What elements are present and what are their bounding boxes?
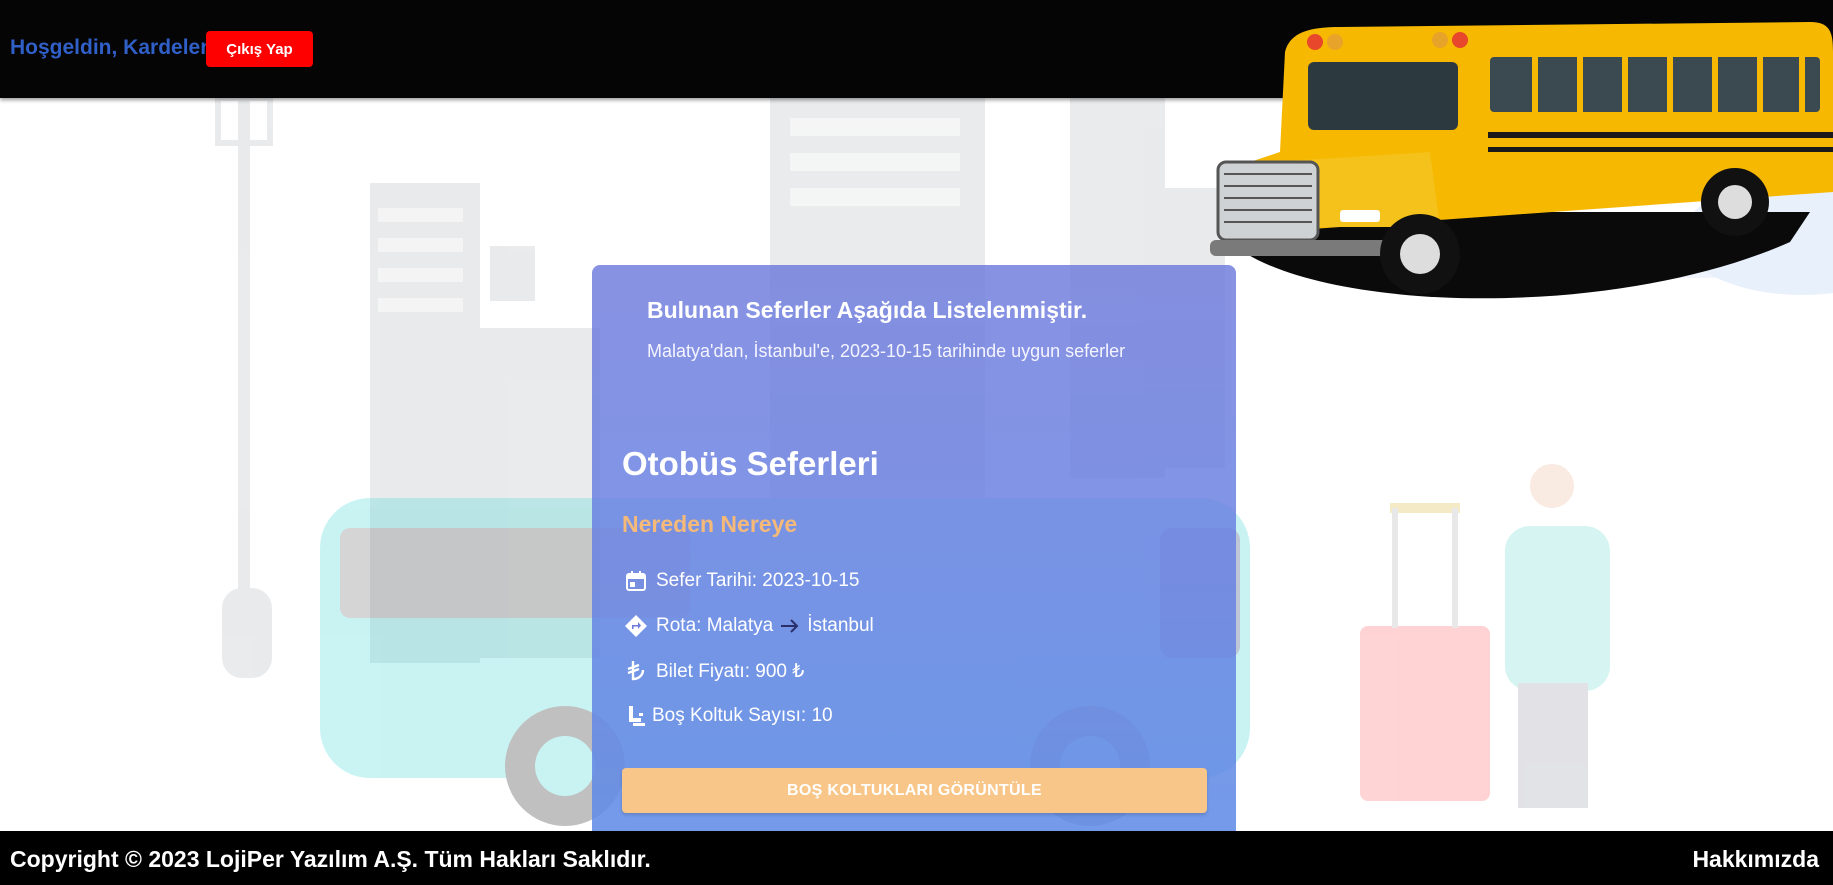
route-heading: Nereden Nereye xyxy=(622,511,798,537)
trip-date-row: Sefer Tarihi: 2023-10-15 xyxy=(622,567,860,595)
ticket-price-text: Bilet Fiyatı: 900 ₺ xyxy=(656,660,805,682)
route-destination-text: İstanbul xyxy=(807,615,874,636)
copyright-text: Copyright © 2023 LojiPer Yazılım A.Ş. Tü… xyxy=(10,846,651,872)
logout-button[interactable]: Çıkış Yap xyxy=(206,31,313,67)
welcome-text: Hoşgeldin, Kardelen xyxy=(10,36,214,59)
empty-seats-text: Boş Koltuk Sayısı: 10 xyxy=(652,705,833,726)
footer: Copyright © 2023 LojiPer Yazılım A.Ş. Tü… xyxy=(0,831,1833,885)
trip-route-row: Rota: Malatya İstanbul xyxy=(622,612,874,640)
results-subtitle: Malatya'dan, İstanbul'e, 2023-10-15 tari… xyxy=(647,341,1126,361)
arrow-right-icon xyxy=(779,617,801,635)
about-link[interactable]: Hakkımızda xyxy=(1692,846,1819,873)
section-title: Otobüs Seferleri xyxy=(622,445,879,482)
empty-seats-row: Boş Koltuk Sayısı: 10 xyxy=(622,702,833,730)
directions-icon xyxy=(622,612,650,640)
results-title: Bulunan Seferler Aşağıda Listelenmiştir. xyxy=(647,297,1088,323)
calendar-icon xyxy=(622,567,650,595)
trip-date-text: Sefer Tarihi: 2023-10-15 xyxy=(656,570,860,591)
lira-icon xyxy=(622,657,650,685)
school-bus-image xyxy=(1210,22,1833,299)
route-origin-text: Rota: Malatya xyxy=(656,615,774,636)
trip-card: Bulunan Seferler Aşağıda Listelenmiştir.… xyxy=(592,265,1236,831)
seat-icon xyxy=(622,702,650,730)
ticket-price-row: Bilet Fiyatı: 900 ₺ xyxy=(622,657,804,685)
view-seats-button[interactable]: BOŞ KOLTUKLARI GÖRÜNTÜLE xyxy=(622,768,1207,813)
